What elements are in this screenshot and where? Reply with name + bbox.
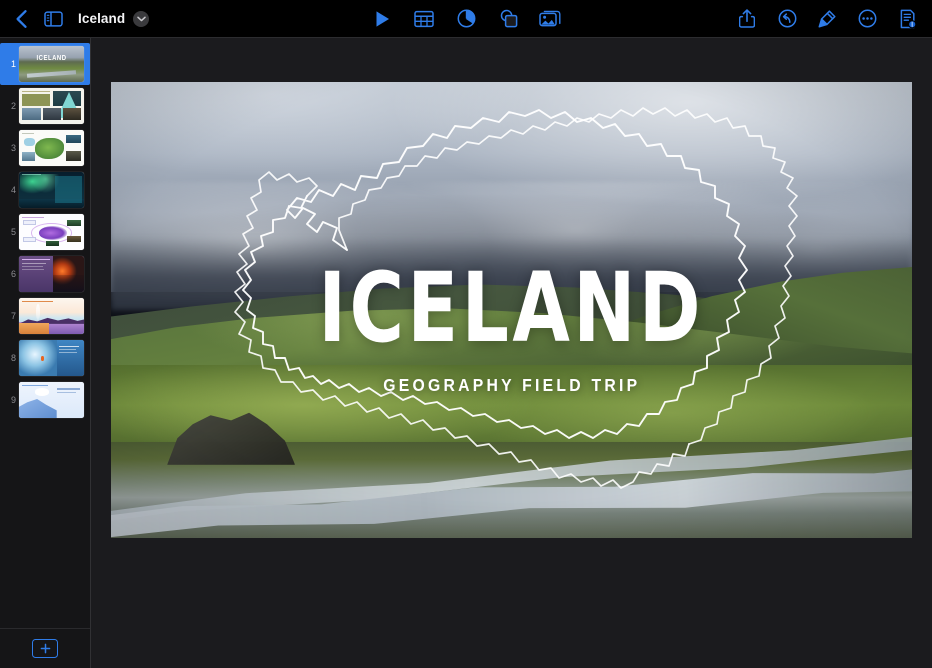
slide-list[interactable]: 1 ICELAND 2 3 4 5 6 7 8 9 <box>0 38 90 628</box>
slide-number: 3 <box>10 143 16 153</box>
pie-chart-icon <box>457 9 475 28</box>
slide-thumbnail-image <box>19 88 84 124</box>
toolbar: Iceland <box>0 0 932 38</box>
slide-thumbnail-image <box>19 130 84 166</box>
document-title-menu-button[interactable] <box>133 10 150 27</box>
shape-button[interactable] <box>493 4 523 34</box>
slide-number: 8 <box>10 353 16 363</box>
slide-thumbnail-image <box>19 298 84 334</box>
shapes-icon <box>500 9 517 28</box>
play-button[interactable] <box>367 4 397 34</box>
slide-canvas[interactable]: ICELAND GEOGRAPHY FIELD TRIP <box>91 38 932 668</box>
toolbar-right-group <box>732 4 932 34</box>
slide-thumbnail-5[interactable]: 5 <box>0 211 90 253</box>
slide-title-block: ICELAND GEOGRAPHY FIELD TRIP <box>111 260 912 396</box>
more-button[interactable] <box>852 4 882 34</box>
slide-thumbnail-2[interactable]: 2 <box>0 85 90 127</box>
sidebar-footer <box>0 628 90 668</box>
undo-icon <box>778 9 796 28</box>
current-slide[interactable]: ICELAND GEOGRAPHY FIELD TRIP <box>111 82 912 538</box>
back-button[interactable] <box>6 4 36 34</box>
chevron-down-icon <box>136 16 146 21</box>
ellipsis-circle-icon <box>858 9 876 28</box>
chevron-left-icon <box>15 9 27 28</box>
chart-button[interactable] <box>451 4 481 34</box>
main-body: 1 ICELAND 2 3 4 5 6 7 8 9 ICELAND GEOGRA… <box>0 38 932 668</box>
share-icon <box>739 9 755 28</box>
slide-title[interactable]: ICELAND <box>319 260 705 356</box>
media-icon <box>539 10 561 26</box>
keynote-window: Iceland 1 ICELAND 2 3 4 5 6 7 8 9 ICELAN… <box>0 0 932 668</box>
slide-number: 6 <box>10 269 16 279</box>
format-button[interactable] <box>812 4 842 34</box>
share-button[interactable] <box>732 4 762 34</box>
slide-thumbnail-9[interactable]: 9 <box>0 379 90 421</box>
slide-thumbnail-1[interactable]: 1 ICELAND <box>0 43 90 85</box>
slide-number: 4 <box>10 185 16 195</box>
slide-navigator-sidebar: 1 ICELAND 2 3 4 5 6 7 8 9 <box>0 38 91 668</box>
slide-number: 9 <box>10 395 16 405</box>
media-button[interactable] <box>535 4 565 34</box>
undo-button[interactable] <box>772 4 802 34</box>
paintbrush-icon <box>818 9 836 27</box>
slide-thumbnail-image <box>19 172 84 208</box>
document-title: Iceland <box>78 11 126 26</box>
toolbar-left-group: Iceland <box>0 4 150 34</box>
slide-thumbnail-8[interactable]: 8 <box>0 337 90 379</box>
add-slide-button[interactable] <box>32 639 58 658</box>
slide-thumbnail-image <box>19 214 84 250</box>
slide-thumbnail-6[interactable]: 6 <box>0 253 90 295</box>
slide-number: 5 <box>10 227 16 237</box>
slide-subtitle[interactable]: GEOGRAPHY FIELD TRIP <box>383 375 640 396</box>
slide-number: 7 <box>10 311 16 321</box>
table-icon <box>414 10 434 27</box>
document-icon <box>900 9 916 28</box>
slide-thumbnail-image: ICELAND <box>19 46 84 82</box>
slide-thumbnail-4[interactable]: 4 <box>0 169 90 211</box>
slide-thumbnail-image <box>19 382 84 418</box>
slide-number: 2 <box>10 101 16 111</box>
slide-thumbnail-7[interactable]: 7 <box>0 295 90 337</box>
sidebar-toggle-button[interactable] <box>38 4 68 34</box>
table-button[interactable] <box>409 4 439 34</box>
slide-thumbnail-image <box>19 340 84 376</box>
slide-thumbnail-image <box>19 256 84 292</box>
slide-thumbnail-3[interactable]: 3 <box>0 127 90 169</box>
document-button[interactable] <box>892 4 922 34</box>
play-icon <box>376 10 389 27</box>
plus-icon <box>40 643 50 654</box>
slide-number: 1 <box>10 59 16 69</box>
sidebar-icon <box>43 10 63 27</box>
